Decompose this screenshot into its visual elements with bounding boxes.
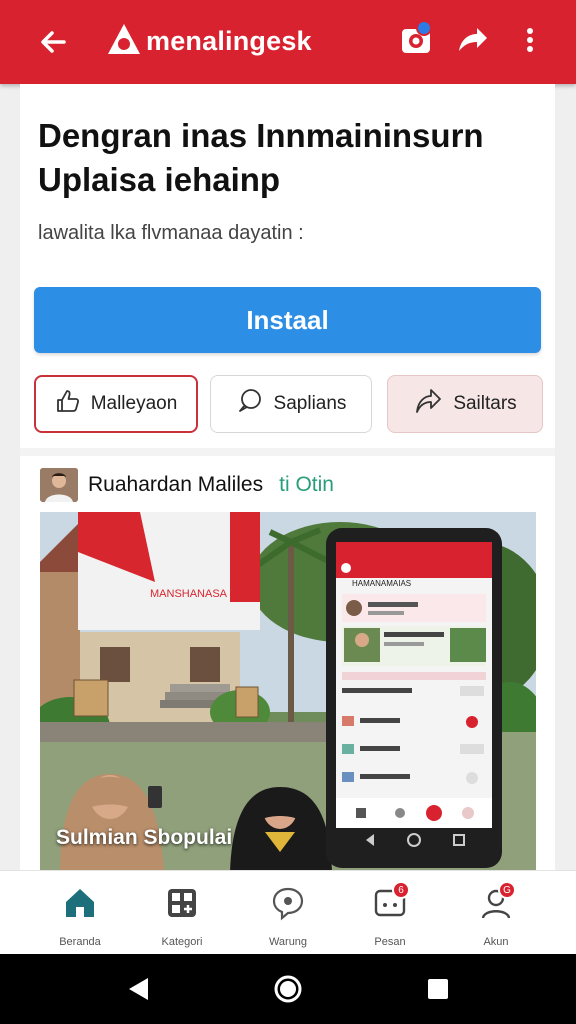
nav-item-chat[interactable]: Warung [256, 885, 320, 955]
content-card: Dengran inas Innmaininsurn Uplaisa iehai… [20, 84, 555, 954]
back-arrow-icon[interactable] [34, 22, 74, 62]
nav-item-apps[interactable]: Kategori [150, 885, 214, 955]
system-navigation-bar [0, 954, 576, 1024]
nav-label-profile: Akun [483, 936, 509, 948]
share-outline-icon [413, 387, 443, 421]
back-triangle-icon[interactable] [120, 971, 156, 1007]
notification-dot [416, 20, 432, 36]
chat-icon [270, 885, 306, 926]
share-icon[interactable] [452, 20, 492, 60]
app-logo-icon [104, 20, 144, 60]
post-image[interactable]: MANSHANASA HAMANAMAIAS Sulmian Sbopulai [40, 512, 536, 872]
camera-icon[interactable] [396, 20, 436, 60]
avatar[interactable] [40, 468, 78, 502]
inbox-badge: 6 [392, 881, 410, 899]
nav-label-chat: Warung [268, 936, 308, 948]
home-circle-icon[interactable] [270, 971, 306, 1007]
post-tag[interactable]: ti Otin [279, 473, 334, 497]
comment-button-label: Saplians [273, 393, 347, 414]
post-header: Ruahardan Maliles ti Otin [40, 467, 334, 503]
recents-square-icon[interactable] [420, 971, 456, 1007]
app-bar: menalingesk [0, 0, 576, 84]
home-icon [62, 885, 98, 926]
like-button-label: Malleyaon [90, 393, 178, 414]
post-image-illustration: MANSHANASA HAMANAMAIAS [40, 512, 536, 872]
comment-icon [236, 387, 264, 421]
section-divider [20, 448, 555, 456]
profile-badge: G [498, 881, 516, 899]
more-vert-icon[interactable] [510, 20, 550, 60]
app-title: menalingesk [146, 26, 312, 56]
thumbs-up-icon [55, 388, 81, 420]
like-button[interactable]: Malleyaon [34, 375, 198, 433]
nav-item-home[interactable]: Beranda [48, 885, 112, 955]
bottom-navigation: Beranda Kategori Warung 6 Pesan G Akun [0, 870, 576, 955]
nav-label-home: Beranda [59, 936, 101, 948]
page-headline: Dengran inas Innmaininsurn Uplaisa iehai… [38, 117, 484, 198]
share-post-button[interactable]: Sailtars [387, 375, 543, 433]
nav-item-inbox[interactable]: 6 Pesan [358, 881, 422, 955]
share-post-button-label: Sailtars [453, 393, 517, 414]
comment-button[interactable]: Saplians [210, 375, 372, 433]
page-subtitle: lawalita lka flvmanaa dayatin : [38, 222, 304, 244]
apps-icon [164, 885, 200, 926]
phone-screen-title: HAMANAMAIAS [352, 579, 411, 588]
nav-label-inbox: Pesan [374, 936, 406, 948]
nav-label-apps: Kategori [161, 936, 203, 948]
nav-item-profile[interactable]: G Akun [464, 881, 528, 955]
install-button[interactable]: Instaal [34, 287, 541, 353]
svg-text:MANSHANASA: MANSHANASA [150, 588, 228, 600]
post-author[interactable]: Ruahardan Maliles [88, 473, 263, 497]
post-caption: Sulmian Sbopulai [56, 826, 233, 849]
